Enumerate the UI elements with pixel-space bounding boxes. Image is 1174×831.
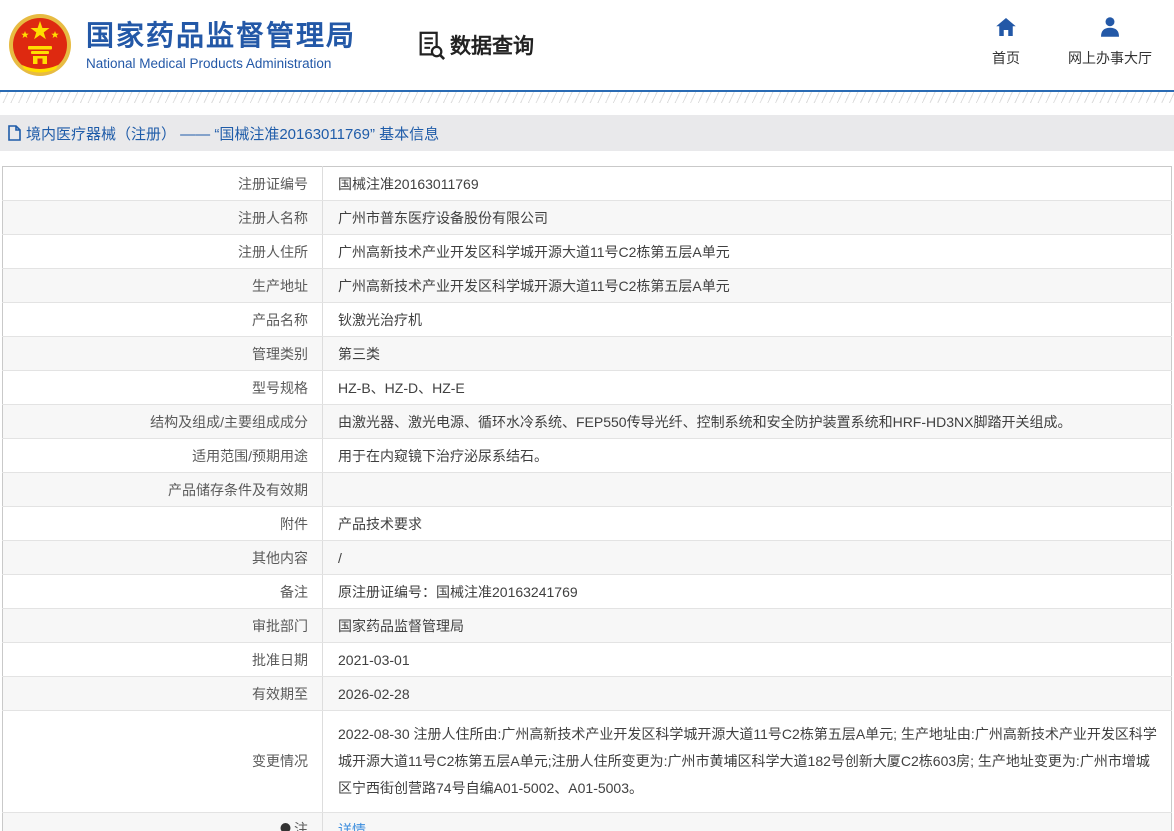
row-value: 第三类 (323, 337, 1172, 371)
user-icon (1098, 14, 1122, 40)
table-row: 注册人名称 广州市普东医疗设备股份有限公司 (3, 201, 1172, 235)
row-label: 型号规格 (3, 371, 323, 405)
data-query-link[interactable]: 数据查询 (416, 30, 534, 60)
brand-title: 国家药品监督管理局 (86, 20, 356, 52)
row-label: 生产地址 (3, 269, 323, 303)
row-value: 2026-02-28 (323, 677, 1172, 711)
home-icon (994, 14, 1018, 40)
hatch-stripe-band (0, 92, 1174, 103)
row-value: 广州市普东医疗设备股份有限公司 (323, 201, 1172, 235)
row-value: 产品技术要求 (323, 507, 1172, 541)
table-row: 备注 原注册证编号：国械注准20163241769 (3, 575, 1172, 609)
page-icon (8, 125, 21, 141)
row-label: 审批部门 (3, 609, 323, 643)
national-emblem-icon (8, 13, 72, 77)
table-row: 注册人住所 广州高新技术产业开发区科学城开源大道11号C2栋第五层A单元 (3, 235, 1172, 269)
row-label: 批准日期 (3, 643, 323, 677)
row-label: 管理类别 (3, 337, 323, 371)
row-value: 由激光器、激光电源、循环水冷系统、FEP550传导光纤、控制系统和安全防护装置系… (323, 405, 1172, 439)
row-value: / (323, 541, 1172, 575)
table-row: 型号规格 HZ-B、HZ-D、HZ-E (3, 371, 1172, 405)
row-label: 注 (294, 819, 308, 831)
row-value: 2021-03-01 (323, 643, 1172, 677)
row-label: 产品名称 (3, 303, 323, 337)
page-title: 境内医疗器械（注册） —— “国械注准20163011769” 基本信息 (26, 123, 439, 144)
document-search-icon (416, 30, 446, 60)
header-nav: 首页 网上办事大厅 (992, 14, 1152, 68)
table-row: 有效期至 2026-02-28 (3, 677, 1172, 711)
row-value: 广州高新技术产业开发区科学城开源大道11号C2栋第五层A单元 (323, 269, 1172, 303)
table-row: 注册证编号 国械注准20163011769 (3, 167, 1172, 201)
table-row: 审批部门 国家药品监督管理局 (3, 609, 1172, 643)
site-header: 国家药品监督管理局 National Medical Products Admi… (0, 0, 1174, 90)
row-label: 其他内容 (3, 541, 323, 575)
row-value: 国械注准20163011769 (323, 167, 1172, 201)
table-row-change-history: 变更情况 2022-08-30 注册人住所由:广州高新技术产业开发区科学城开源大… (3, 711, 1172, 813)
row-label: 注册证编号 (3, 167, 323, 201)
row-value (323, 473, 1172, 507)
table-row: 其他内容 / (3, 541, 1172, 575)
row-value: 国家药品监督管理局 (323, 609, 1172, 643)
nav-item-service-hall[interactable]: 网上办事大厅 (1068, 14, 1152, 68)
table-row: 适用范围/预期用途 用于在内窥镜下治疗泌尿系结石。 (3, 439, 1172, 473)
row-value: 2022-08-30 注册人住所由:广州高新技术产业开发区科学城开源大道11号C… (323, 711, 1172, 813)
table-row: 结构及组成/主要组成成分 由激光器、激光电源、循环水冷系统、FEP550传导光纤… (3, 405, 1172, 439)
brand-logo[interactable]: 国家药品监督管理局 National Medical Products Admi… (8, 13, 356, 77)
row-label: 适用范围/预期用途 (3, 439, 323, 473)
table-row: 管理类别 第三类 (3, 337, 1172, 371)
nav-item-label: 网上办事大厅 (1068, 48, 1152, 68)
row-value: 广州高新技术产业开发区科学城开源大道11号C2栋第五层A单元 (323, 235, 1172, 269)
table-row: 批准日期 2021-03-01 (3, 643, 1172, 677)
nav-item-home[interactable]: 首页 (992, 14, 1020, 68)
row-label: 备注 (3, 575, 323, 609)
table-row-note: 注 详情 (3, 813, 1172, 831)
row-label: 附件 (3, 507, 323, 541)
table-row: 附件 产品技术要求 (3, 507, 1172, 541)
nav-item-label: 首页 (992, 48, 1020, 68)
table-row: 生产地址 广州高新技术产业开发区科学城开源大道11号C2栋第五层A单元 (3, 269, 1172, 303)
brand-text: 国家药品监督管理局 National Medical Products Admi… (86, 20, 356, 71)
row-value: 原注册证编号：国械注准20163241769 (323, 575, 1172, 609)
brand-subtitle: National Medical Products Administration (86, 56, 356, 71)
table-row: 产品名称 钬激光治疗机 (3, 303, 1172, 337)
detail-link[interactable]: 详情 (338, 822, 366, 831)
row-label: 产品储存条件及有效期 (3, 473, 323, 507)
row-label: 有效期至 (3, 677, 323, 711)
registration-info-table: 注册证编号 国械注准20163011769 注册人名称 广州市普东医疗设备股份有… (2, 166, 1172, 831)
page-title-bar: 境内医疗器械（注册） —— “国械注准20163011769” 基本信息 (0, 115, 1174, 151)
row-label: 变更情况 (3, 711, 323, 813)
row-value: 钬激光治疗机 (323, 303, 1172, 337)
row-value: 用于在内窥镜下治疗泌尿系结石。 (323, 439, 1172, 473)
row-value: HZ-B、HZ-D、HZ-E (323, 371, 1172, 405)
row-label: 注册人名称 (3, 201, 323, 235)
row-label: 注册人住所 (3, 235, 323, 269)
note-bulb-icon (279, 822, 291, 831)
data-query-label: 数据查询 (450, 30, 534, 60)
table-row: 产品储存条件及有效期 (3, 473, 1172, 507)
row-label: 结构及组成/主要组成成分 (3, 405, 323, 439)
